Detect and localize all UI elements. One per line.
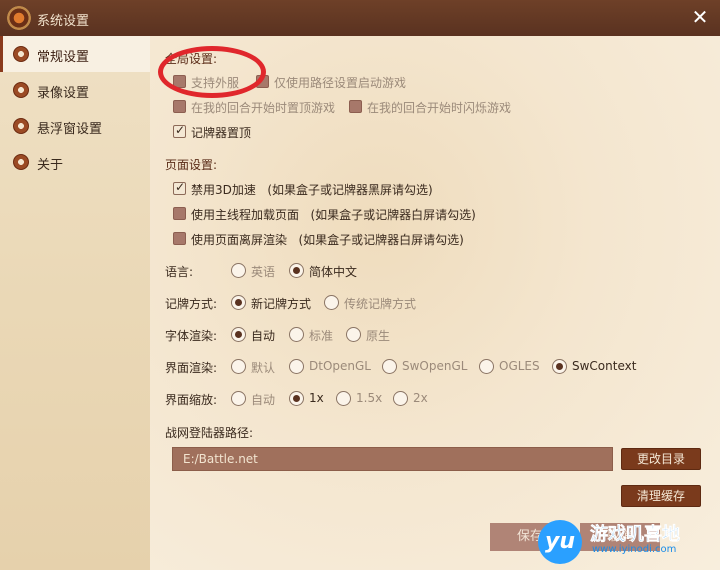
app-logo-icon	[7, 6, 31, 30]
hearthstone-icon	[13, 46, 29, 62]
sidebar-item-recording[interactable]: 录像设置	[0, 72, 150, 108]
radio-dot	[231, 327, 246, 342]
sidebar-item-about[interactable]: 关于	[0, 144, 150, 180]
sidebar-item-overlay[interactable]: 悬浮窗设置	[0, 108, 150, 144]
hearthstone-icon	[13, 154, 29, 170]
sidebar: 常规设置 录像设置 悬浮窗设置 关于	[0, 36, 150, 570]
sidebar-item-label: 录像设置	[37, 86, 90, 101]
checkbox-box	[349, 100, 362, 113]
close-icon[interactable]: ✕	[690, 7, 710, 27]
clear-cache-button[interactable]: 清理缓存	[621, 485, 701, 507]
radio-dot	[324, 295, 339, 310]
checkbox-box	[173, 123, 186, 138]
radio-dot	[289, 327, 304, 342]
window-title: 系统设置	[37, 14, 90, 29]
tracker-mode-label: 记牌方式:	[165, 297, 218, 311]
watermark-text: 游戏叽喜地	[590, 524, 681, 546]
radio-dot	[346, 327, 361, 342]
launcher-path-label: 战网登陆器路径:	[165, 426, 254, 440]
radio-dot	[552, 359, 567, 374]
radio-dot	[382, 359, 397, 374]
ui-scale-label: 界面缩放:	[165, 393, 218, 407]
watermark-logo-icon: yu	[538, 520, 582, 564]
radio-dot	[393, 391, 408, 406]
change-directory-button[interactable]: 更改目录	[621, 448, 701, 470]
checkbox-box	[173, 180, 186, 195]
radio-dot	[289, 391, 304, 406]
checkbox-box	[173, 100, 186, 113]
annotation-circle	[158, 46, 266, 98]
hearthstone-icon	[13, 82, 29, 98]
watermark: yu 游戏叽喜地 www.iyinodi.com	[538, 518, 720, 570]
page-settings-title: 页面设置:	[165, 158, 218, 172]
checkbox-box	[173, 207, 186, 220]
font-render-label: 字体渲染:	[165, 329, 218, 343]
language-label: 语言:	[165, 265, 194, 279]
ui-render-label: 界面渲染:	[165, 361, 218, 375]
sidebar-item-label: 常规设置	[37, 50, 90, 65]
radio-dot	[289, 263, 304, 278]
radio-dot	[479, 359, 494, 374]
sidebar-item-label: 关于	[37, 158, 64, 173]
title-bar: 系统设置 ✕	[0, 0, 720, 36]
sidebar-item-general[interactable]: 常规设置	[0, 36, 150, 72]
radio-dot	[231, 391, 246, 406]
radio-dot	[289, 359, 304, 374]
radio-dot	[231, 359, 246, 374]
hearthstone-icon	[13, 118, 29, 134]
radio-dot	[336, 391, 351, 406]
launcher-path-field[interactable]: E:/Battle.net	[172, 447, 613, 471]
radio-dot	[231, 263, 246, 278]
radio-dot	[231, 295, 246, 310]
checkbox-box	[173, 232, 186, 245]
watermark-url: www.iyinodi.com	[592, 544, 677, 555]
sidebar-item-label: 悬浮窗设置	[37, 122, 103, 137]
